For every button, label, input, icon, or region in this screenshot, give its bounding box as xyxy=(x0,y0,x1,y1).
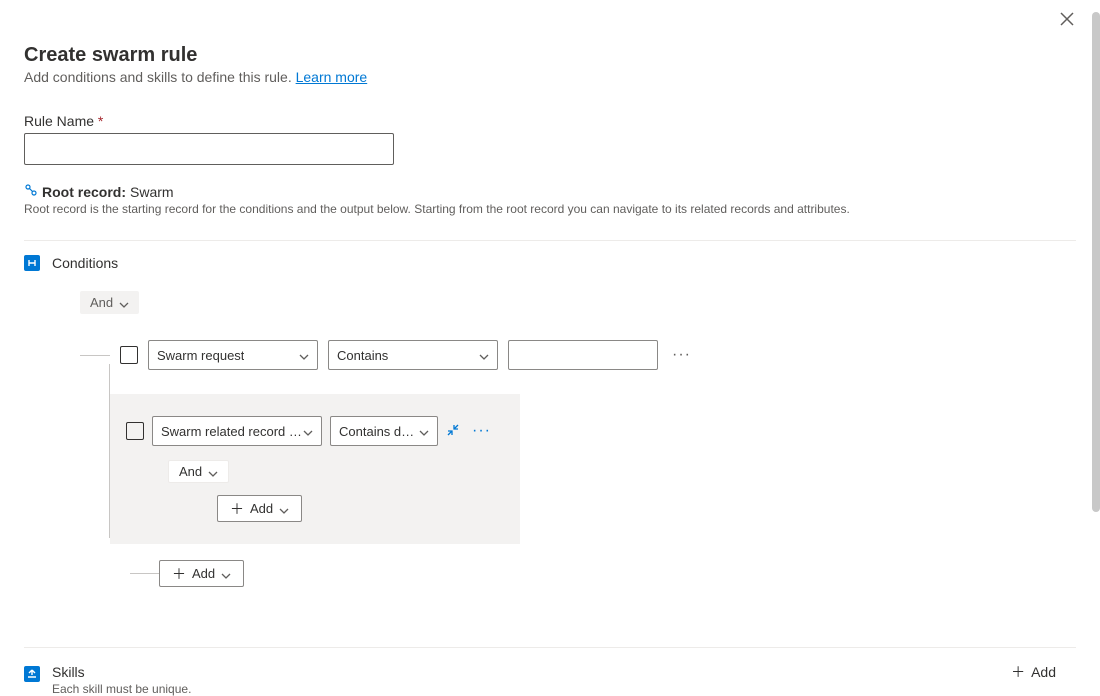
learn-more-link[interactable]: Learn more xyxy=(296,69,368,85)
rule-name-input[interactable] xyxy=(24,133,394,165)
page-title: Create swarm rule xyxy=(24,44,1076,67)
chevron-down-icon xyxy=(119,298,129,308)
root-record-icon xyxy=(24,183,38,200)
field-dropdown[interactable]: Swarm request xyxy=(148,340,318,370)
required-mark: * xyxy=(98,113,103,129)
nested-condition-group: Swarm related record (... Contains data … xyxy=(110,394,520,544)
page-subtitle: Add conditions and skills to define this… xyxy=(24,69,1076,85)
chevron-down-icon xyxy=(279,504,289,514)
divider xyxy=(24,240,1076,241)
operator-dropdown[interactable]: Contains xyxy=(328,340,498,370)
chevron-down-icon xyxy=(299,350,309,360)
nested-add-button[interactable]: ＋ Add xyxy=(217,495,302,522)
root-record-label: Root record: xyxy=(42,184,126,200)
operator-dropdown[interactable]: Contains data xyxy=(330,416,438,446)
row-more-button[interactable]: ··· xyxy=(468,422,495,440)
close-icon xyxy=(1060,12,1074,26)
skills-icon xyxy=(24,666,40,682)
root-record-value: Swarm xyxy=(130,184,174,200)
vertical-scrollbar[interactable] xyxy=(1092,12,1100,512)
row-checkbox[interactable] xyxy=(126,422,144,440)
value-input[interactable] xyxy=(508,340,658,370)
close-button[interactable] xyxy=(1060,12,1076,28)
tree-connector xyxy=(80,355,110,356)
group-operator-dropdown[interactable]: And xyxy=(80,291,139,314)
chevron-down-icon xyxy=(303,426,313,436)
chevron-down-icon xyxy=(221,569,231,579)
add-skill-button[interactable]: ＋ Add xyxy=(1011,664,1076,680)
field-dropdown[interactable]: Swarm related record (... xyxy=(152,416,322,446)
rule-name-label: Rule Name * xyxy=(24,113,1076,129)
plus-icon: ＋ xyxy=(172,567,186,581)
collapse-icon[interactable] xyxy=(446,423,460,440)
add-condition-button[interactable]: ＋ Add xyxy=(159,560,244,587)
conditions-section-title: Conditions xyxy=(52,255,118,271)
conditions-icon xyxy=(24,255,40,271)
tree-connector xyxy=(130,573,160,574)
skills-section-title: Skills xyxy=(52,664,191,680)
nested-group-operator-dropdown[interactable]: And xyxy=(168,460,229,483)
row-more-button[interactable]: ··· xyxy=(668,346,695,364)
chevron-down-icon xyxy=(208,467,218,477)
chevron-down-icon xyxy=(419,426,429,436)
row-checkbox[interactable] xyxy=(120,346,138,364)
plus-icon: ＋ xyxy=(1011,665,1025,679)
skills-description: Each skill must be unique. xyxy=(52,682,191,696)
chevron-down-icon xyxy=(479,350,489,360)
root-record-description: Root record is the starting record for t… xyxy=(24,202,1076,216)
plus-icon: ＋ xyxy=(230,502,244,516)
